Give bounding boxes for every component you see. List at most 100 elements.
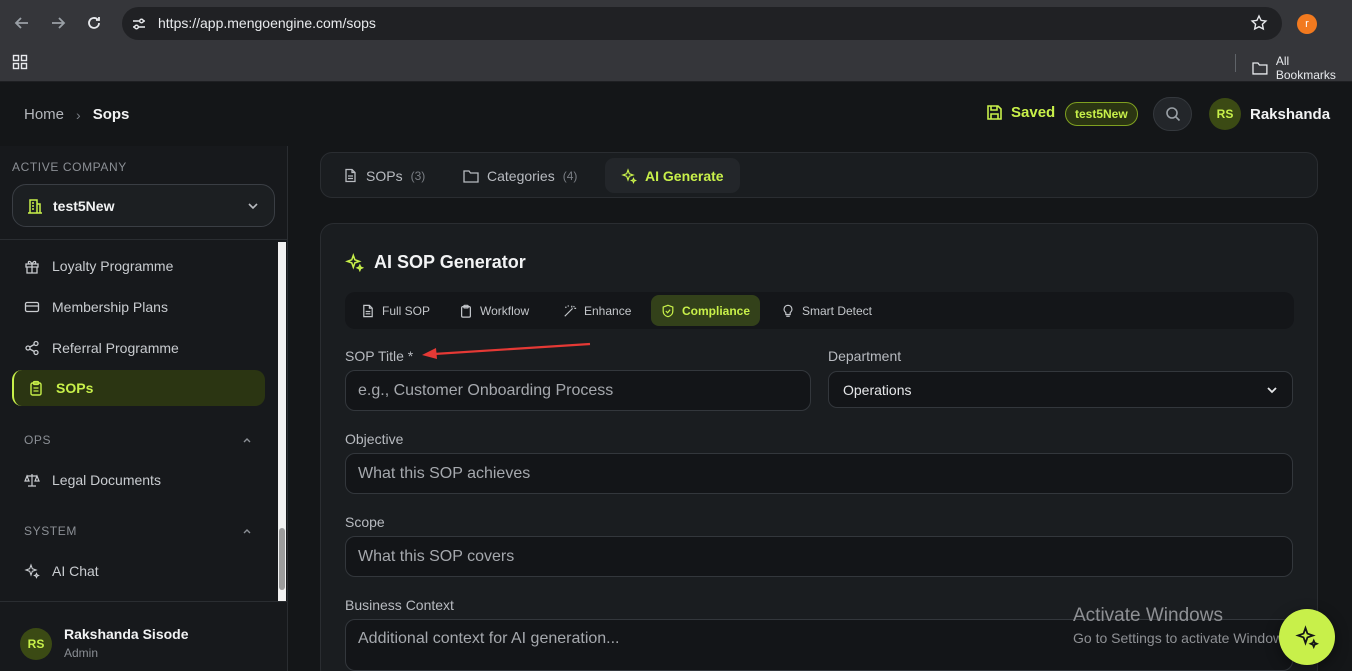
objective-input[interactable] xyxy=(345,453,1293,494)
sidebar-user-card[interactable]: RS Rakshanda Sisode Admin xyxy=(0,601,288,671)
bookmarks-separator xyxy=(1235,54,1236,72)
sidebar-item-label: Referral Programme xyxy=(52,340,179,356)
document-icon xyxy=(345,168,356,183)
arrow-left-icon xyxy=(14,17,28,29)
generator-title-text: AI SOP Generator xyxy=(374,252,526,272)
search-icon xyxy=(1165,107,1180,122)
address-bar[interactable]: https://app.mengoengine.com/sops xyxy=(122,7,1282,40)
sidebar-group-system[interactable]: SYSTEM xyxy=(24,524,252,538)
activate-windows-title: Activate Windows xyxy=(1073,605,1223,626)
user-name[interactable]: Rakshanda xyxy=(1250,106,1330,123)
company-selector[interactable]: test5New xyxy=(12,184,275,227)
annotation-arrow-icon xyxy=(422,342,591,359)
sidebar-item-label: Membership Plans xyxy=(52,299,168,315)
apps-grid-icon[interactable] xyxy=(12,54,28,70)
folder-icon xyxy=(463,169,479,183)
chevron-up-icon xyxy=(243,438,251,443)
tab-ai-generate[interactable]: AI Generate xyxy=(605,158,740,193)
building-icon xyxy=(28,198,42,214)
mode-label: Workflow xyxy=(480,303,530,318)
sparkle-icon xyxy=(1295,625,1319,649)
department-select[interactable]: Operations xyxy=(828,371,1293,408)
chevron-down-icon xyxy=(1267,386,1277,393)
mode-label: Full SOP xyxy=(382,303,431,318)
sidebar-scrollbar[interactable] xyxy=(278,242,286,602)
sidebar-user-role: Admin xyxy=(64,646,99,660)
shield-check-icon xyxy=(662,304,674,317)
sop-title-input[interactable] xyxy=(345,370,811,411)
url-text[interactable]: https://app.mengoengine.com/sops xyxy=(158,15,376,31)
back-button[interactable] xyxy=(10,11,34,35)
card-icon xyxy=(24,301,40,313)
mode-enhance[interactable]: Enhance xyxy=(553,295,641,326)
sidebar-item-referral-programme[interactable]: Referral Programme xyxy=(12,330,265,366)
magic-wand-icon xyxy=(564,304,577,317)
sidebar-scroll-thumb[interactable] xyxy=(279,528,285,590)
sparkle-icon xyxy=(621,167,637,184)
objective-label: Objective xyxy=(345,431,404,447)
sidebar-group-ops[interactable]: OPS xyxy=(24,433,252,447)
ai-assistant-fab[interactable] xyxy=(1279,609,1335,665)
forward-button[interactable] xyxy=(46,11,70,35)
scope-label: Scope xyxy=(345,514,385,530)
avatar: RS xyxy=(20,628,52,660)
all-bookmarks-button[interactable]: All Bookmarks xyxy=(1252,54,1352,82)
tab-label: SOPs xyxy=(366,167,403,184)
company-badge: test5New xyxy=(1065,102,1138,126)
mode-smart-detect[interactable]: Smart Detect xyxy=(771,295,882,326)
bookmark-star-icon[interactable] xyxy=(1250,14,1268,32)
share-icon xyxy=(25,340,39,356)
mode-workflow[interactable]: Workflow xyxy=(449,295,539,326)
mode-compliance[interactable]: Compliance xyxy=(651,295,761,326)
department-label: Department xyxy=(828,348,902,364)
sidebar-group-label: OPS xyxy=(24,433,52,447)
sidebar-user-name: Rakshanda Sisode xyxy=(64,626,189,642)
reload-icon xyxy=(88,17,100,29)
activate-windows-subtitle: Go to Settings to activate Windows. xyxy=(1073,630,1294,646)
reload-button[interactable] xyxy=(82,11,106,35)
breadcrumb: Home › Sops xyxy=(24,106,129,123)
sidebar: ACTIVE COMPANY test5New Loyalty Programm… xyxy=(0,146,288,671)
scale-icon xyxy=(24,474,40,487)
sparkle-icon xyxy=(24,563,40,579)
sidebar-item-sops[interactable]: SOPs xyxy=(12,370,265,406)
mode-full-sop[interactable]: Full SOP xyxy=(351,295,440,326)
sidebar-item-label: Legal Documents xyxy=(52,472,161,488)
lightbulb-icon xyxy=(783,304,793,317)
sparkle-icon xyxy=(345,253,364,272)
generation-mode-bar: Full SOP Workflow Enhance Compliance Sma… xyxy=(345,292,1294,329)
sidebar-group-label: SYSTEM xyxy=(24,524,77,538)
sidebar-item-ai-chat[interactable]: AI Chat xyxy=(12,553,265,589)
sidebar-item-label: SOPs xyxy=(56,380,94,396)
breadcrumb-home[interactable]: Home xyxy=(24,106,64,123)
user-avatar[interactable]: RS xyxy=(1209,98,1241,130)
app-header: Home › Sops Saved test5New RS Rakshanda xyxy=(0,82,1352,146)
sop-title-label: SOP Title * xyxy=(345,348,414,364)
active-company-label: ACTIVE COMPANY xyxy=(12,160,127,174)
clipboard-icon xyxy=(461,304,471,318)
mode-label: Compliance xyxy=(682,303,751,318)
chevron-up-icon xyxy=(243,529,251,534)
save-icon xyxy=(987,105,1002,120)
sidebar-item-loyalty-programme[interactable]: Loyalty Programme xyxy=(12,248,265,284)
breadcrumb-separator: › xyxy=(76,106,81,123)
clipboard-icon xyxy=(30,380,42,396)
company-name: test5New xyxy=(53,197,115,214)
sidebar-item-membership-plans[interactable]: Membership Plans xyxy=(12,289,265,325)
tab-count: (3) xyxy=(410,168,426,183)
arrow-right-icon xyxy=(52,17,66,29)
scope-input[interactable] xyxy=(345,536,1293,577)
sidebar-item-label: AI Chat xyxy=(52,563,99,579)
ai-sop-generator-card: AI SOP Generator Full SOP Workflow Enhan… xyxy=(320,223,1318,671)
sidebar-item-legal-documents[interactable]: Legal Documents xyxy=(12,462,265,498)
sidebar-item-label: Loyalty Programme xyxy=(52,258,174,274)
tab-categories[interactable]: Categories (4) xyxy=(447,158,593,193)
tab-sops[interactable]: SOPs (3) xyxy=(327,158,441,193)
all-bookmarks-label: All Bookmarks xyxy=(1275,54,1336,82)
search-button[interactable] xyxy=(1153,97,1192,131)
site-settings-icon[interactable] xyxy=(130,15,148,33)
browser-toolbar: https://app.mengoengine.com/sops r xyxy=(0,0,1352,46)
profile-avatar[interactable]: r xyxy=(1297,14,1317,34)
sidebar-divider xyxy=(0,239,288,240)
folder-icon xyxy=(1252,62,1268,75)
